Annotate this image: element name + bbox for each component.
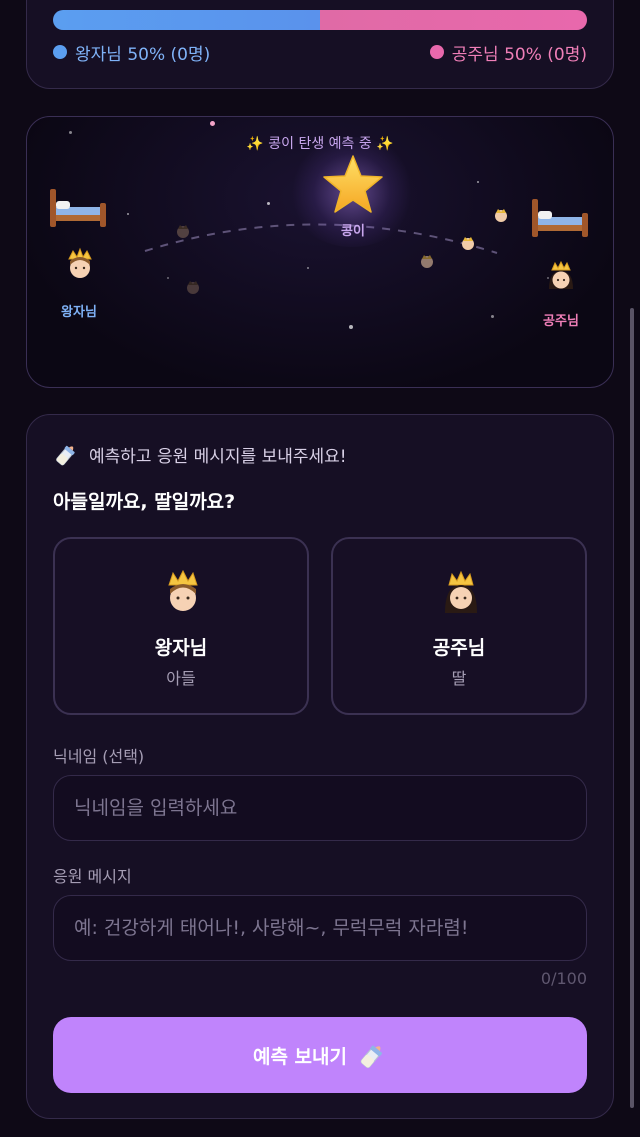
choice-boy-button[interactable]: 왕자님 아들 [53,537,309,715]
boy-dot-icon [53,45,67,59]
ratio-boy-segment [53,10,320,30]
form-header-text: 예측하고 응원 메시지를 보내주세요! [89,446,347,467]
prince-icon [68,247,92,278]
princess-icon [445,570,477,613]
choice-boy-subtitle: 아들 [166,669,196,688]
star-icon [323,155,383,213]
star-label: 콩이 [341,224,365,239]
prince-icon [168,569,198,611]
stats-card: 왕자님 50% (0명) 공주님 50% (0명) [26,0,614,89]
floating-face-icon [177,225,189,238]
nickname-input[interactable] [53,775,587,841]
floating-face-icon [421,255,433,268]
legend-boy-text: 왕자님 50% (0명) [75,44,211,65]
ratio-legend: 왕자님 50% (0명) 공주님 50% (0명) [53,40,587,65]
char-counter: 0/100 [540,969,587,988]
bed-icon [532,199,588,237]
baby-bottle-icon [56,445,75,466]
legend-girl: 공주님 50% (0명) [429,40,587,65]
legend-boy: 왕자님 50% (0명) [53,40,210,65]
choice-girl-title: 공주님 [432,637,486,659]
scrollbar[interactable] [630,308,634,1108]
baby-bottle-icon [360,1045,383,1069]
sky-animation-card: ✨ 콩이 탄생 예측 중 ✨ 콩이 [26,116,614,388]
sky-girl-label: 공주님 [543,314,579,329]
ratio-girl-segment [320,10,587,30]
prediction-page: 왕자님 50% (0명) 공주님 50% (0명) ✨ 콩이 탄생 예측 중 ✨ [0,0,640,1137]
ratio-bar [53,10,587,30]
floating-face-icon [462,237,474,250]
princess-icon [549,260,573,289]
girl-dot-icon [429,45,444,59]
floating-face-icon [495,209,507,222]
prediction-form-card: 예측하고 응원 메시지를 보내주세요! 아들일까요, 딸일까요? 왕자님 아들 [26,414,614,1119]
legend-girl-text: 공주님 50% (0명) [451,44,587,65]
choice-girl-subtitle: 딸 [451,669,467,688]
floating-face-icon [187,281,199,294]
message-input[interactable] [53,895,587,961]
bed-icon [50,189,106,227]
submit-prediction-button[interactable]: 예측 보내기 [53,1017,587,1093]
message-label: 응원 메시지 [53,867,132,886]
question-title: 아들일까요, 딸일까요? [53,491,236,513]
choice-girl-button[interactable]: 공주님 딸 [331,537,587,715]
sky-boy-label: 왕자님 [61,305,97,320]
choice-boy-title: 왕자님 [154,637,208,659]
form-header: 예측하고 응원 메시지를 보내주세요! [53,441,347,467]
nickname-label: 닉네임 (선택) [53,747,145,766]
submit-button-label: 예측 보내기 [252,1045,347,1068]
